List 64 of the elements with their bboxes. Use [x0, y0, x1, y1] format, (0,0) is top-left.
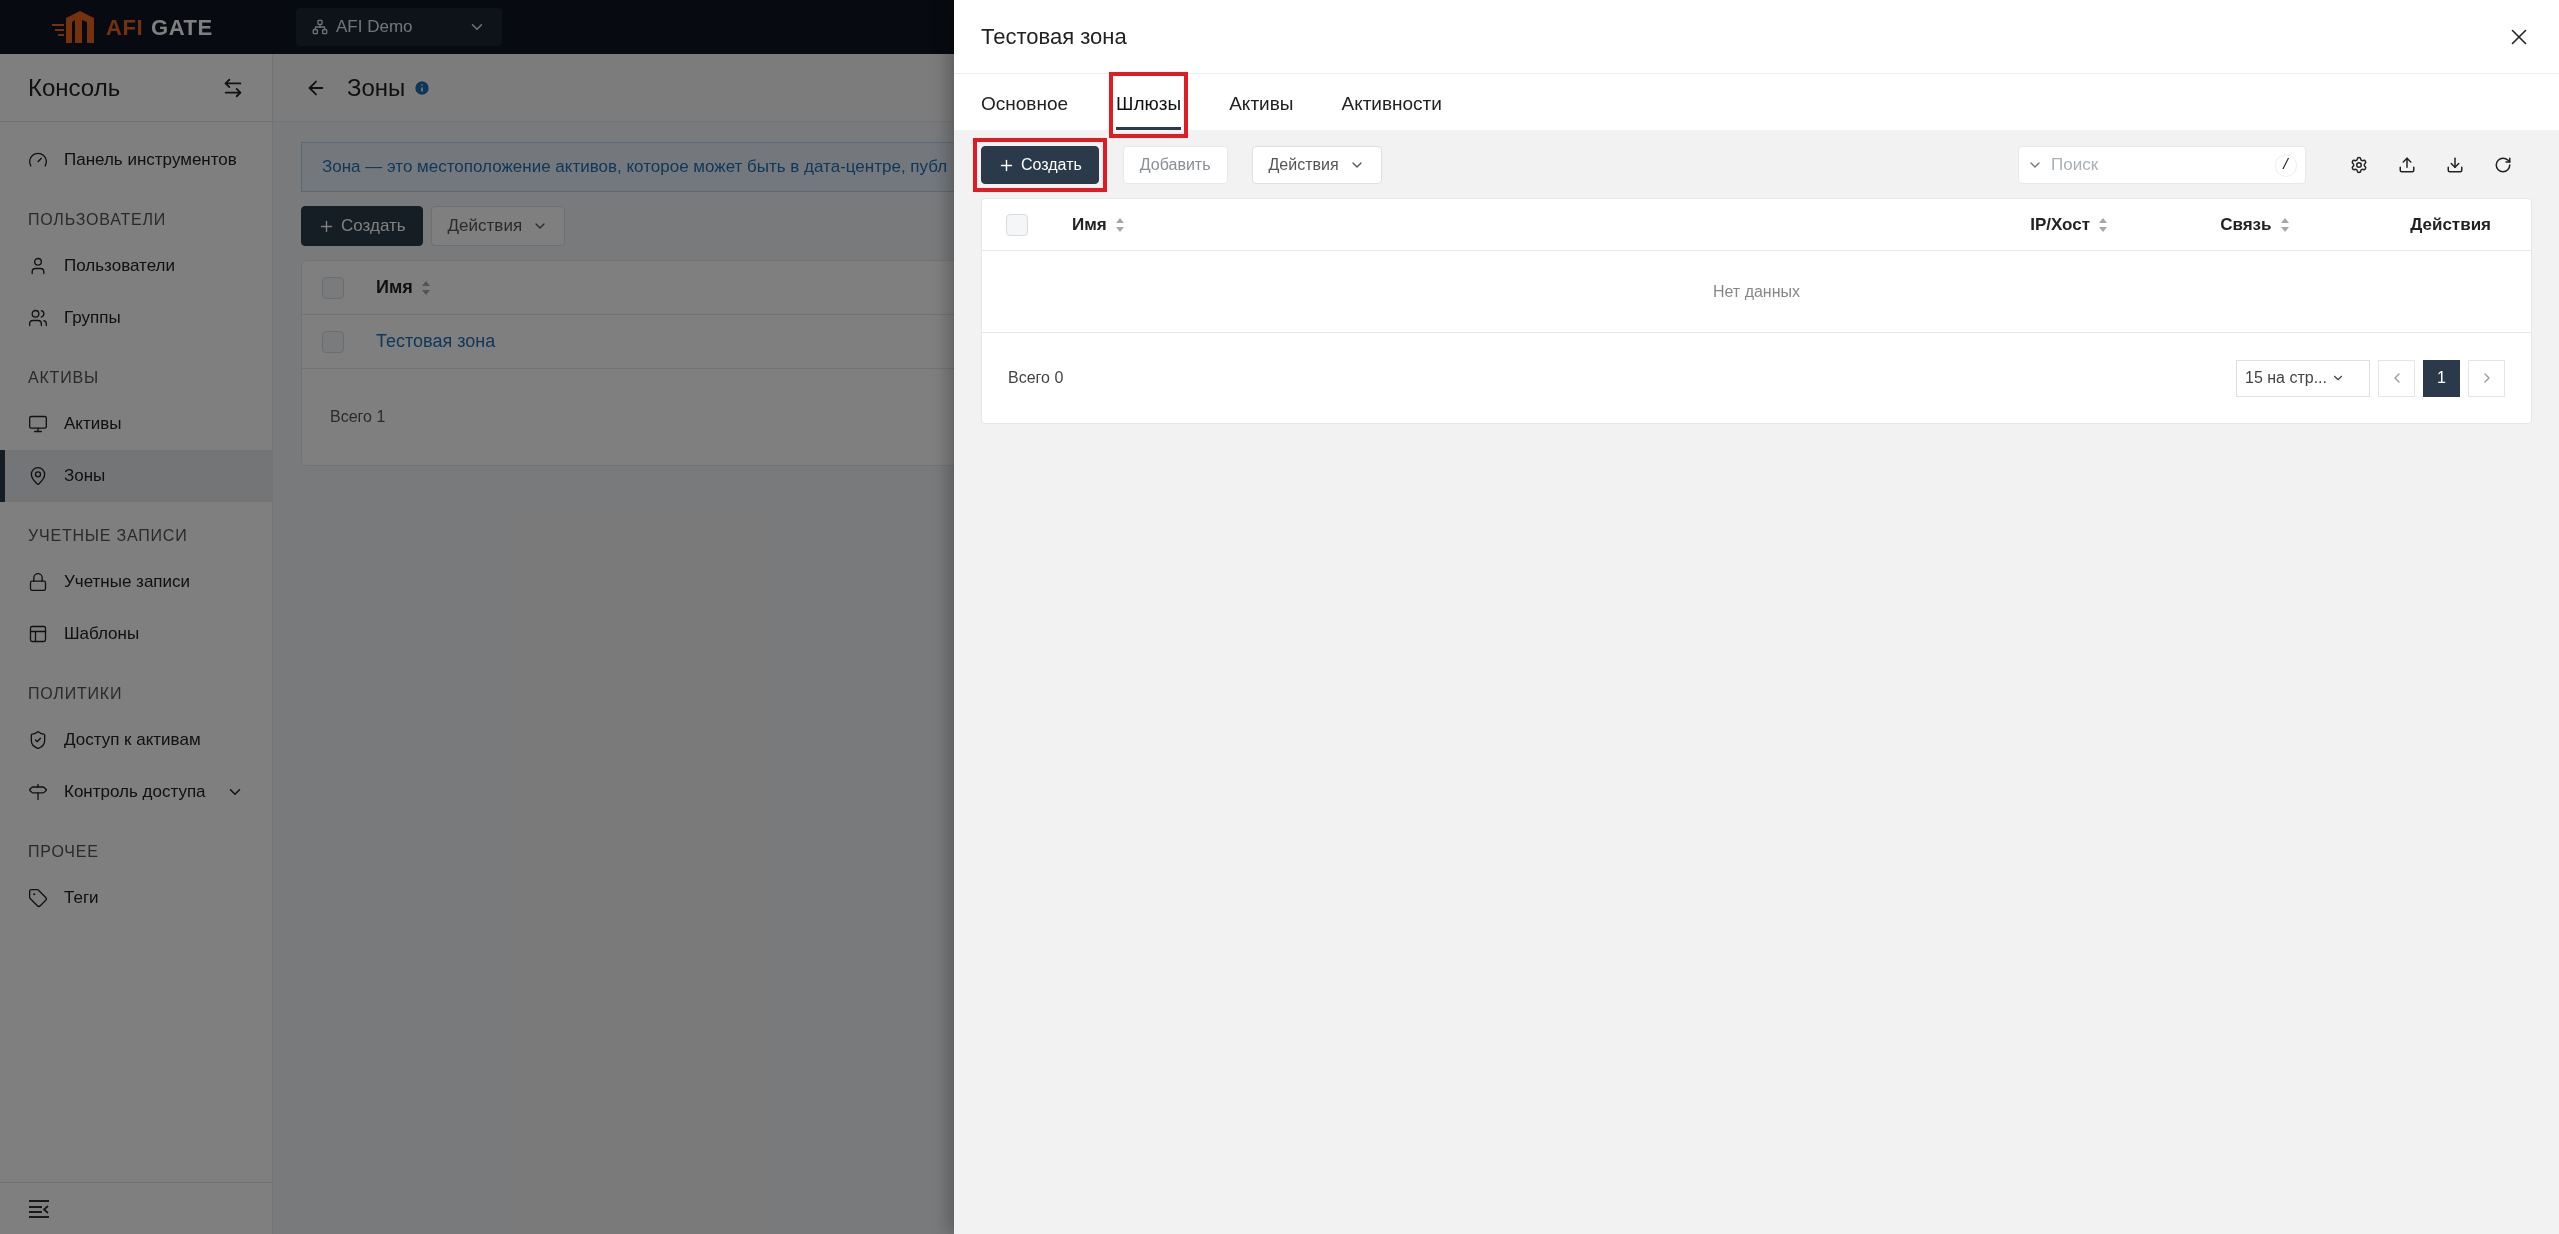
lock-icon — [28, 572, 48, 592]
search-input: Поиск — [2051, 152, 2267, 178]
create-button[interactable]: Создать — [981, 146, 1099, 184]
download-icon[interactable] — [2446, 156, 2464, 174]
monitor-icon — [28, 414, 48, 434]
sidebar-item[interactable]: Учетные записи — [0, 556, 272, 608]
sidebar-item[interactable]: Панель инструментов — [0, 134, 272, 186]
tag-icon — [28, 888, 48, 908]
total-count: Всего 1 — [330, 407, 386, 427]
column-header: Действия — [2410, 213, 2492, 236]
info-icon[interactable] — [413, 78, 432, 97]
create-button[interactable]: Создать — [301, 206, 423, 246]
empty-message: Нет данных — [1712, 281, 1801, 302]
column-header: Имя — [376, 274, 431, 301]
sidebar-item[interactable]: Группы — [0, 292, 272, 344]
users-icon — [28, 308, 48, 328]
actions-dropdown[interactable]: Действия — [430, 206, 566, 246]
checkbox[interactable] — [1006, 213, 1028, 236]
sidebar-item[interactable]: Контроль доступа — [0, 766, 272, 818]
column-header: Связь — [2220, 211, 2411, 238]
product-name: GATE — [151, 13, 213, 42]
section-heading: АКТИВЫ — [27, 368, 100, 388]
total-count: Всего 0 — [1008, 368, 1064, 388]
zone-link[interactable]: Тестовая зона — [376, 328, 496, 355]
org-icon — [312, 19, 328, 35]
sidebar-item[interactable]: Пользователи — [0, 240, 272, 292]
add-button[interactable]: Добавить — [1122, 146, 1228, 184]
signpost-icon — [28, 782, 48, 802]
section-heading: ПОЛЬЗОВАТЕЛИ — [27, 210, 168, 230]
section-heading: ПОЛИТИКИ — [27, 684, 124, 704]
sort-icon[interactable] — [2098, 216, 2108, 233]
settings-icon[interactable] — [2350, 156, 2368, 174]
sidebar-item[interactable]: Доступ к активам — [0, 714, 272, 766]
drawer-title: Тестовая зона — [981, 23, 1127, 51]
sort-icon[interactable] — [1114, 216, 1125, 233]
layout-icon — [28, 624, 48, 644]
sidebar-item[interactable]: Шаблоны — [0, 608, 272, 660]
collapse-icon[interactable] — [28, 1198, 50, 1219]
tab[interactable]: Активности — [1341, 82, 1442, 130]
map-pin-icon — [28, 466, 48, 486]
org-selector[interactable]: AFI Demo — [296, 8, 502, 46]
tab[interactable]: Основное — [981, 82, 1069, 130]
search-field[interactable]: Поиск / — [2018, 146, 2306, 184]
shield-icon — [28, 730, 48, 750]
column-header: Имя — [1072, 211, 2031, 238]
page-title: Зоны — [347, 72, 406, 103]
column-header: IP/Хост — [2030, 211, 2221, 238]
refresh-icon[interactable] — [2494, 156, 2512, 174]
page-size-select[interactable]: 15 на стр... — [2236, 359, 2370, 397]
actions-dropdown[interactable]: Действия — [1251, 146, 1382, 184]
sidebar-item[interactable]: Активы — [0, 398, 272, 450]
brand-name: AFI — [106, 13, 144, 42]
sort-icon[interactable] — [420, 279, 431, 296]
tab[interactable]: Активы — [1229, 82, 1294, 130]
page-button[interactable]: 1 — [2423, 359, 2460, 397]
sort-icon[interactable] — [2279, 216, 2290, 233]
upload-icon[interactable] — [2398, 156, 2416, 174]
sidebar-item[interactable]: Зоны — [0, 450, 272, 502]
switch-icon[interactable] — [222, 76, 244, 99]
sidebar-title: Консоль — [28, 72, 121, 103]
section-heading: ПРОЧЕЕ — [27, 842, 100, 862]
tab[interactable]: Шлюзы — [1116, 82, 1182, 130]
section-heading: УЧЕТНЫЕ ЗАПИСИ — [27, 526, 189, 546]
sidebar-item[interactable]: Теги — [0, 872, 272, 924]
